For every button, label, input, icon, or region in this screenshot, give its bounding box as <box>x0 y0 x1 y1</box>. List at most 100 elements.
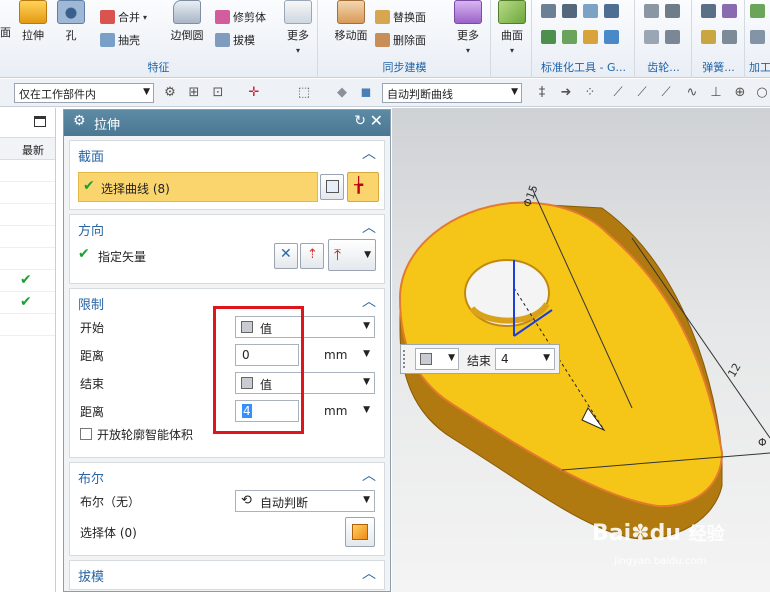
gear-icon-4[interactable] <box>665 30 680 44</box>
select-body-button[interactable] <box>345 517 375 547</box>
move-face-button[interactable]: 移动面 <box>331 0 371 43</box>
navigator-row[interactable] <box>0 204 55 226</box>
navigator-row[interactable] <box>0 182 55 204</box>
navigator-row[interactable]: ✔ <box>0 270 55 292</box>
replace-face-button[interactable]: 替换面 <box>375 9 426 25</box>
draft-button[interactable]: 拔模 <box>215 32 255 48</box>
chevron-down-icon: ▼ <box>363 495 370 505</box>
circle-icon[interactable]: ○ <box>754 85 770 101</box>
collapse-icon[interactable]: ︿ <box>362 291 376 311</box>
hole-icon <box>57 0 85 24</box>
intersection-icon[interactable]: ⊥ <box>708 85 724 101</box>
surface-button[interactable]: 曲面 ▾ <box>497 0 527 56</box>
reverse-direction-button[interactable]: ✕ <box>274 243 298 269</box>
navigator-row[interactable] <box>0 226 55 248</box>
trim-body-button[interactable]: 修剪体 <box>215 9 266 25</box>
spring-icon-2[interactable] <box>722 4 737 18</box>
shell-icon <box>100 33 115 47</box>
gear-icon-2[interactable] <box>665 4 680 18</box>
distance-label-2: 距离 <box>80 405 105 419</box>
process-icon-2[interactable] <box>750 30 765 44</box>
shell-button[interactable]: 抽壳 <box>100 32 140 48</box>
spring-icon-4[interactable] <box>722 30 737 44</box>
navigator-row[interactable] <box>0 248 55 270</box>
gear-row-1 <box>644 4 680 18</box>
open-profile-checkbox[interactable] <box>80 428 92 440</box>
tool-icon-2[interactable] <box>562 4 577 18</box>
select-all-icon[interactable]: ⊞ <box>186 85 202 101</box>
draft-header[interactable]: 拔模 ︿ <box>70 561 384 585</box>
draft-label: 拔模 <box>233 34 255 47</box>
specify-vector-row[interactable]: ✔ 指定矢量 <box>78 246 146 265</box>
hole-button[interactable]: 孔 <box>56 0 86 43</box>
collapse-icon[interactable]: ︿ <box>362 217 376 237</box>
unit-select-1[interactable]: mm ▼ <box>305 344 375 366</box>
solid-cube-icon[interactable]: ◼ <box>358 85 374 101</box>
reset-icon[interactable]: ↻ <box>354 113 366 129</box>
select-curve-row[interactable]: ✔ 选择曲线 (8) <box>78 172 318 202</box>
line-icon-2[interactable]: ⟋ <box>634 85 650 101</box>
drag-handle-icon[interactable] <box>403 350 407 368</box>
vector-dialog-button[interactable]: ⇡ <box>300 243 324 269</box>
edge-blend-button[interactable]: 边倒圆 <box>168 0 206 43</box>
process-icon-1[interactable] <box>750 4 765 18</box>
navigator-row[interactable] <box>0 160 55 182</box>
extrude-button[interactable]: 拉伸 <box>18 0 48 43</box>
column-latest[interactable]: 最新 <box>0 138 55 160</box>
close-icon[interactable]: ✕ <box>370 111 383 130</box>
unit-select-2[interactable]: mm ▼ <box>305 400 375 422</box>
tool-icon-1[interactable] <box>541 4 556 18</box>
spring-group-label: 弹簧... <box>702 61 735 74</box>
face-button[interactable]: 面 <box>0 24 11 40</box>
gear-icon[interactable]: ⚙ <box>73 113 86 129</box>
more-button-1[interactable]: 更多 ▾ <box>283 0 313 56</box>
collapse-icon[interactable]: ︿ <box>362 563 376 583</box>
collapse-icon[interactable]: ︿ <box>362 465 376 485</box>
tool-icon-8[interactable] <box>604 30 619 44</box>
edge-blend-label: 边倒圆 <box>170 29 204 42</box>
gear-icon-1[interactable] <box>644 4 659 18</box>
section-header[interactable]: 截面 ︿ <box>70 141 384 165</box>
point-icon[interactable]: ✛ <box>246 85 262 101</box>
gear-icon-3[interactable] <box>644 30 659 44</box>
curve-select-button[interactable]: ╆ <box>347 172 379 202</box>
sketch-section-button[interactable] <box>320 174 344 200</box>
navigator-row[interactable] <box>0 314 55 336</box>
more-button-2[interactable]: 更多 ▾ <box>453 0 483 56</box>
follow-fillet-icon[interactable]: ➜ <box>558 85 574 101</box>
direction-header[interactable]: 方向 ︿ <box>70 215 384 239</box>
collapse-icon[interactable]: ︿ <box>362 143 376 163</box>
tool-icon-7[interactable] <box>583 30 598 44</box>
tool-icon-4[interactable] <box>604 4 619 18</box>
maximize-icon[interactable] <box>34 116 46 127</box>
spline-icon[interactable]: ∿ <box>684 85 700 101</box>
tool-icon-3[interactable] <box>583 4 598 18</box>
navigator-row[interactable]: ✔ <box>0 292 55 314</box>
popup-end-input[interactable]: 4 ▼ <box>495 348 555 370</box>
curve-rule-select[interactable]: 自动判断曲线 ▼ <box>382 83 522 103</box>
standard-tools-label: 标准化工具 - G... <box>541 61 626 74</box>
tool-icon-6[interactable] <box>562 30 577 44</box>
center-icon[interactable]: ⊕ <box>732 85 748 101</box>
spring-icon-1[interactable] <box>701 4 716 18</box>
vector-type-dropdown[interactable]: ⤒ ▼ <box>328 239 376 271</box>
scope-filter-select[interactable]: 仅在工作部件内 ▼ <box>14 83 154 103</box>
trim-body-label: 修剪体 <box>233 11 266 24</box>
stop-at-intersection-icon[interactable]: ‡ <box>534 85 550 101</box>
boolean-header[interactable]: 布尔 ︿ <box>70 463 384 487</box>
check-icon: ✔ <box>78 246 90 262</box>
cube-icon[interactable]: ◆ <box>334 85 350 101</box>
endpoint-icon[interactable]: ⟋ <box>658 85 674 101</box>
delete-face-button[interactable]: 删除面 <box>375 32 426 48</box>
snap-icon[interactable]: ⊡ <box>210 85 226 101</box>
box-select-icon[interactable]: ⬚ <box>296 85 312 101</box>
filter-icon[interactable]: ⚙ <box>162 85 178 101</box>
spring-icon-3[interactable] <box>701 30 716 44</box>
boolean-select[interactable]: ⟲ 自动判断 ▼ <box>235 490 375 512</box>
line-icon[interactable]: ⟋ <box>610 85 626 101</box>
tool-icon-5[interactable] <box>541 30 556 44</box>
surface-label: 曲面 <box>501 29 523 42</box>
unite-button[interactable]: 合并 ▾ <box>100 9 147 25</box>
end-type-select[interactable]: ▼ <box>415 348 459 370</box>
grid-points-icon[interactable]: ⁘ <box>582 85 598 101</box>
